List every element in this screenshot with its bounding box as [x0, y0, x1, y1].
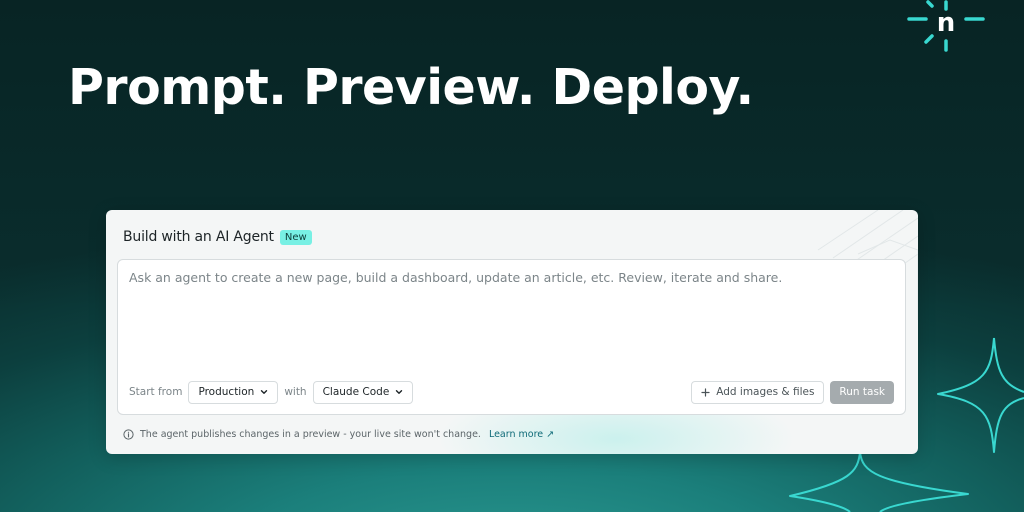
card-header: Build with an AI Agent New: [123, 229, 312, 245]
prompt-box: Start from Production with Claude Code: [117, 259, 906, 415]
run-task-button[interactable]: Run task: [830, 380, 894, 404]
chevron-down-icon: [261, 390, 268, 394]
with-label: with: [284, 386, 307, 398]
card-title: Build with an AI Agent: [123, 229, 274, 245]
new-badge: New: [279, 229, 312, 245]
prompt-controls: Start from Production with Claude Code A…: [129, 380, 894, 404]
chevron-down-icon: [396, 390, 403, 394]
add-images-files-button[interactable]: Add images & files: [691, 380, 825, 404]
learn-more-link[interactable]: Learn more ↗: [489, 429, 554, 440]
agent-value: Claude Code: [322, 386, 390, 398]
start-from-label: Start from: [129, 386, 183, 398]
agent-select[interactable]: Claude Code: [312, 380, 414, 404]
preview-note-text: The agent publishes changes in a preview…: [140, 429, 481, 440]
add-images-files-label: Add images & files: [716, 386, 815, 398]
logo-letter: n: [937, 8, 956, 38]
plus-icon: [701, 387, 710, 397]
netlify-logo-icon: n: [907, 0, 985, 52]
start-from-select[interactable]: Production: [188, 380, 279, 404]
info-icon: [123, 429, 134, 440]
page-headline: Prompt. Preview. Deploy.: [68, 59, 754, 116]
preview-note: The agent publishes changes in a preview…: [123, 429, 554, 440]
prompt-input[interactable]: [129, 270, 889, 370]
start-from-value: Production: [198, 386, 255, 398]
ai-agent-card: Build with an AI Agent New Start from Pr…: [106, 210, 918, 454]
